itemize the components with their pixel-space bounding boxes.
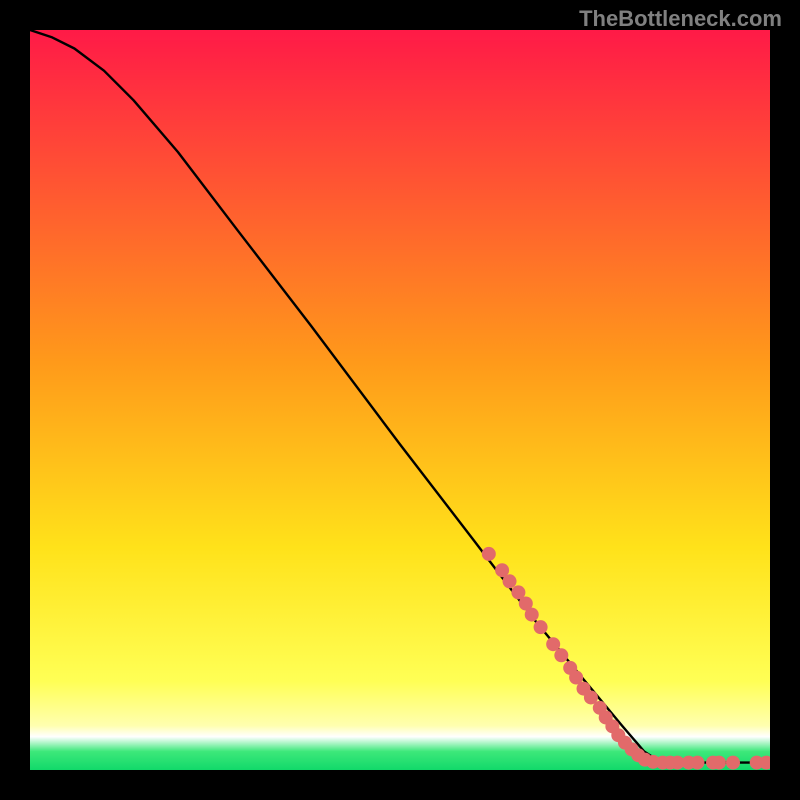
chart-point — [534, 620, 548, 634]
chart-plot — [30, 30, 770, 770]
chart-container: TheBottleneck.com — [0, 0, 800, 800]
chart-point — [525, 608, 539, 622]
chart-point — [503, 574, 517, 588]
watermark-label: TheBottleneck.com — [579, 6, 782, 32]
chart-background — [30, 30, 770, 770]
chart-point — [712, 756, 726, 770]
chart-svg — [30, 30, 770, 770]
chart-point — [554, 648, 568, 662]
chart-point — [482, 547, 496, 561]
chart-point — [726, 756, 740, 770]
chart-point — [690, 756, 704, 770]
